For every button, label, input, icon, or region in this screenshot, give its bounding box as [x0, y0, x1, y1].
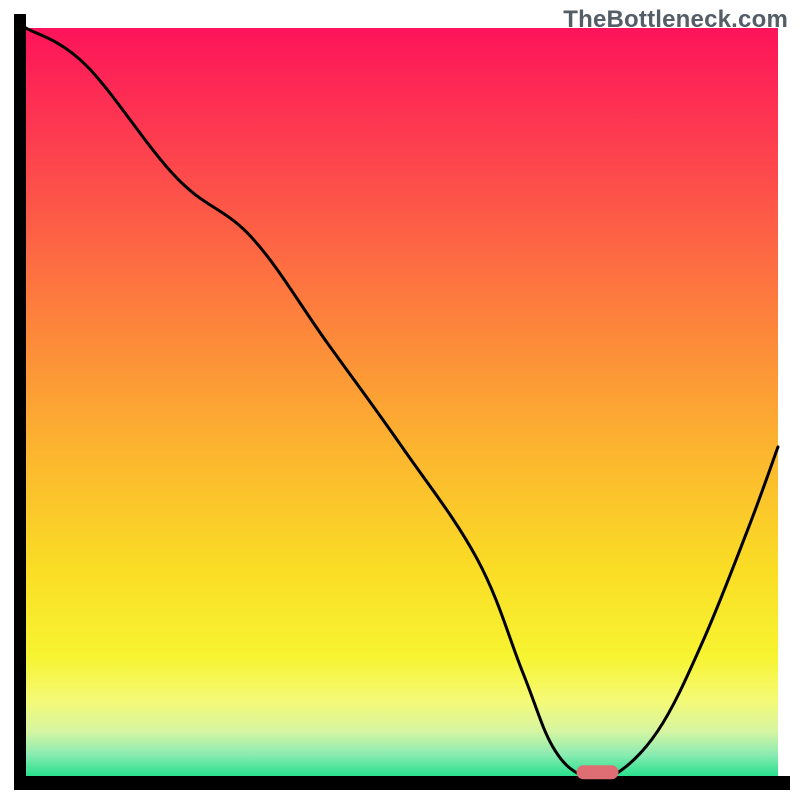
x-axis	[14, 776, 790, 790]
plot-background	[26, 28, 778, 776]
plot-area	[14, 14, 790, 790]
chart-container: TheBottleneck.com	[0, 0, 800, 800]
y-axis	[14, 14, 26, 790]
optimal-marker	[577, 765, 619, 779]
chart-svg	[0, 0, 800, 800]
